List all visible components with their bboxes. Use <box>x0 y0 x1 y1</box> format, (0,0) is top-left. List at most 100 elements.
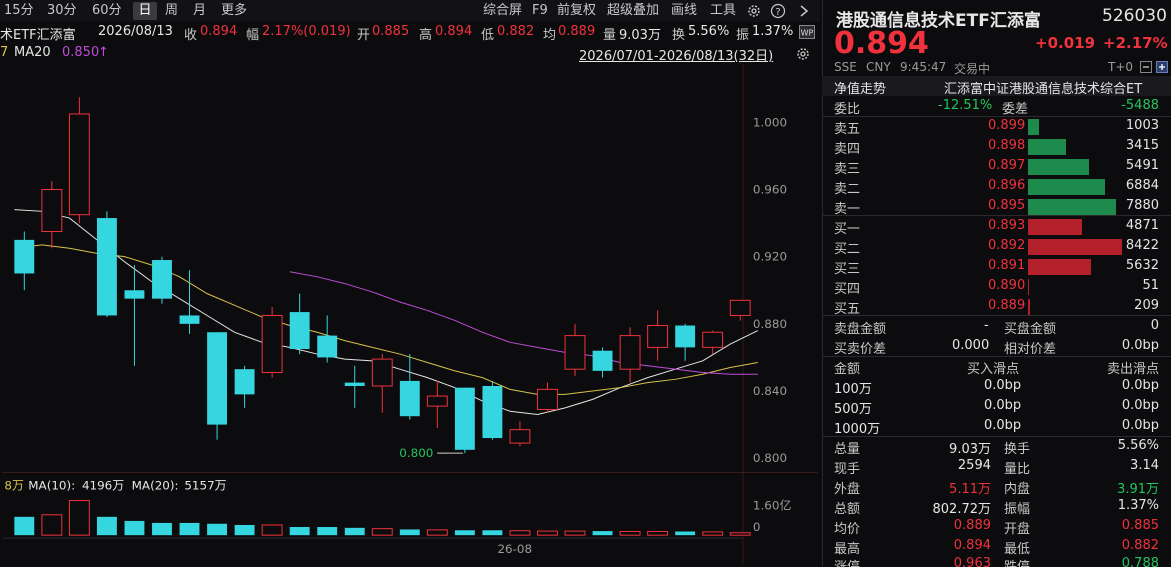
volume-bar <box>564 530 586 536</box>
level-price: 0.892 <box>988 238 1026 253</box>
candle <box>289 293 310 355</box>
chevron-right-icon[interactable] <box>798 4 810 18</box>
asks-level[interactable]: 卖一 0.895 7880 <box>822 196 1171 217</box>
spread-row: 买卖价差 0.000 相对价差 0.0bp <box>822 336 1171 357</box>
question-icon[interactable]: ? <box>770 3 786 19</box>
candle-body <box>68 113 90 216</box>
composite-screen-button[interactable]: 综合屏 <box>481 2 524 20</box>
slip-col-sell: 卖出滑点 <box>1106 362 1159 377</box>
stats-row: 最高 0.894 最低 0.882 <box>822 536 1171 557</box>
level-price: 0.899 <box>988 118 1026 133</box>
volume-bar <box>261 524 283 536</box>
candle <box>261 307 283 378</box>
candle <box>564 323 586 376</box>
level-label: 卖四 <box>834 142 861 157</box>
price-axis: 1.000 0.960 0.920 0.880 0.840 0.800 <box>753 115 787 465</box>
period-30min[interactable]: 30分 <box>45 2 79 20</box>
nav-label: 净值走势 <box>834 82 887 97</box>
volume-bar <box>96 516 117 536</box>
level-volume: 209 <box>1134 298 1159 313</box>
security-code: 526030 <box>1102 6 1167 26</box>
bids-level[interactable]: 买五 0.889 209 <box>822 296 1171 317</box>
ma20-line <box>289 271 758 375</box>
slip-buy: 0.0bp <box>984 378 1022 393</box>
period-60min[interactable]: 60分 <box>90 2 124 20</box>
candle-body <box>371 358 393 387</box>
forward-adjust-button[interactable]: 前复权 <box>555 2 598 20</box>
sell-amount-label: 卖盘金额 <box>834 322 887 337</box>
volume-bar <box>207 523 227 536</box>
level-size-bar <box>1028 299 1030 315</box>
date-range[interactable]: 2026/07/01-2026/08/13(32日) <box>579 45 773 64</box>
low-price: 0.882 <box>1121 538 1159 553</box>
outer-volume-label: 外盘 <box>834 482 861 497</box>
asks-level[interactable]: 卖三 0.897 5491 <box>822 156 1171 177</box>
bids-level[interactable]: 买一 0.893 4871 <box>822 216 1171 237</box>
asks-level[interactable]: 卖二 0.896 6884 <box>822 176 1171 197</box>
stats-row: 总量 9.03万 换手 5.56% <box>822 436 1171 457</box>
market-code: SSE <box>834 60 857 74</box>
period-15min[interactable]: 15分 <box>2 2 36 20</box>
quote-time: 9:45:47 <box>900 60 947 74</box>
total-amount-label: 总额 <box>834 502 861 517</box>
ohlc-info-row: 术ETF汇添富 2026/08/13 收 0.894 幅 2.17%(0.019… <box>0 22 820 43</box>
tools-button[interactable]: 工具 <box>708 2 738 20</box>
vol-axis-max: 1.60亿 <box>753 498 792 512</box>
asks-level[interactable]: 卖五 0.899 1003 <box>822 116 1171 137</box>
period-more[interactable]: 更多 <box>219 2 249 20</box>
ma-legend-row: 7 MA20 0.850 ↑ 2026/07/01-2026/08/13(32日… <box>0 43 820 64</box>
slip-sell: 0.0bp <box>1121 378 1159 393</box>
plus-icon[interactable] <box>1156 61 1168 73</box>
candle <box>96 211 117 318</box>
candle-body <box>289 312 310 350</box>
draw-line-button[interactable]: 画线 <box>669 2 699 20</box>
candle-body <box>124 290 145 299</box>
kline-chart[interactable]: 1.0000.9600.9200.8800.8400.800 0.800 8万 … <box>0 64 820 564</box>
minus-icon[interactable] <box>1140 61 1152 73</box>
slip-buy: 0.0bp <box>984 418 1022 433</box>
x-axis-label: 26-08 <box>497 542 532 556</box>
candle-body <box>399 380 420 417</box>
total-volume: 9.03万 <box>949 442 991 457</box>
avg-price-label: 均价 <box>834 522 861 537</box>
level-price: 0.895 <box>988 198 1026 213</box>
candle-body <box>482 385 503 439</box>
level-label: 卖二 <box>834 182 861 197</box>
level-size-bar <box>1028 119 1039 135</box>
info-close-label: 收 <box>184 28 198 43</box>
volume-bar <box>619 531 641 536</box>
commit-ratio-label: 委比 <box>834 102 861 117</box>
candle-body <box>234 369 255 395</box>
wp-badge-icon[interactable]: WP <box>799 25 815 39</box>
asks-level[interactable]: 卖四 0.898 3415 <box>822 136 1171 157</box>
info-low: 0.882 <box>497 24 535 39</box>
period-day[interactable]: 日 <box>133 2 157 20</box>
f9-button[interactable]: F9 <box>530 2 550 20</box>
candle <box>399 354 420 420</box>
candle <box>371 354 393 413</box>
candle <box>537 382 558 413</box>
y-tick-label: 1.000 <box>753 115 787 129</box>
slip-sell: 0.0bp <box>1121 398 1159 413</box>
current-hand-label: 现手 <box>834 462 861 477</box>
volume-bar <box>371 528 393 536</box>
level-price: 0.898 <box>988 138 1026 153</box>
svg-text:?: ? <box>775 7 780 18</box>
ma20-label: MA20 <box>14 45 51 60</box>
ma-prefix: 7 <box>0 45 9 60</box>
super-overlay-button[interactable]: 超级叠加 <box>605 2 661 20</box>
nav-row[interactable]: 净值走势 汇添富中证港股通信息技术综合ET <box>822 76 1171 97</box>
candles <box>14 97 751 454</box>
bids-level[interactable]: 买三 0.891 5632 <box>822 256 1171 277</box>
level-size-bar <box>1028 159 1089 175</box>
period-month[interactable]: 月 <box>191 2 208 20</box>
gear-icon[interactable] <box>746 3 762 19</box>
ma-settings-gear-icon[interactable] <box>795 46 811 62</box>
period-week[interactable]: 周 <box>163 2 180 20</box>
quote-panel: 港股通信息技术ETF汇添富 526030 0.894 +0.019 +2.17%… <box>822 0 1171 567</box>
info-turn-label: 换 <box>672 28 686 43</box>
bids-level[interactable]: 买二 0.892 8422 <box>822 236 1171 257</box>
info-vol: 9.03万 <box>619 28 661 43</box>
candle <box>619 327 641 383</box>
bids-level[interactable]: 买四 0.890 51 <box>822 276 1171 297</box>
